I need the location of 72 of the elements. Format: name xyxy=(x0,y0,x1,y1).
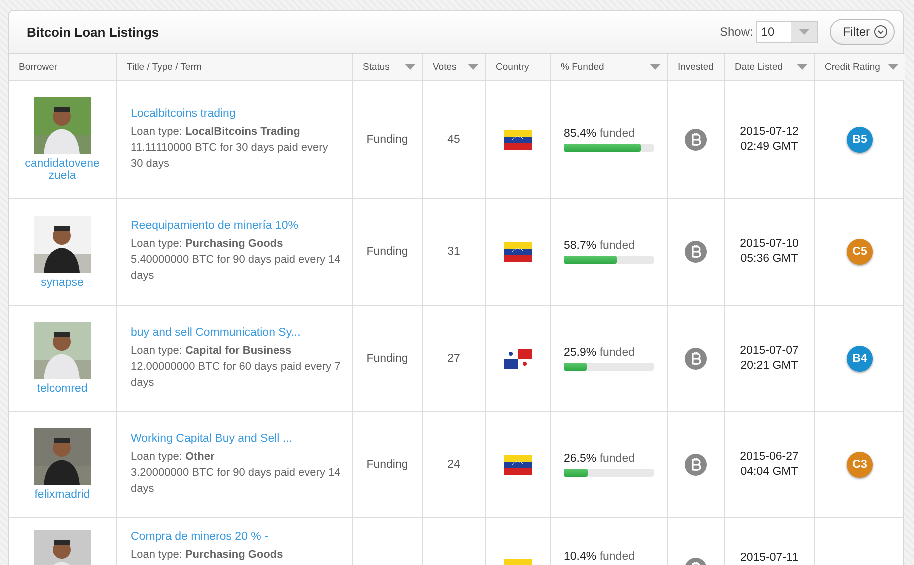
loan-title-link[interactable]: Compra de mineros 20 % - xyxy=(131,531,268,543)
borrower-link[interactable]: candidatovene zuela xyxy=(22,158,102,182)
column-header[interactable]: Votes xyxy=(423,54,486,80)
column-header: Borrower xyxy=(9,54,117,80)
votes-count: 45 xyxy=(448,134,460,146)
funded-text: 85.4% funded xyxy=(564,128,635,140)
page-size-select[interactable]: 10 xyxy=(756,21,818,43)
sort-caret-icon[interactable] xyxy=(650,64,661,70)
sort-caret-icon[interactable] xyxy=(405,64,416,70)
loan-type: Loan type: Other xyxy=(131,450,215,464)
status-text: Funding xyxy=(366,352,408,364)
credit-rating-badge: B4 xyxy=(847,346,873,372)
votes-count: 24 xyxy=(448,458,460,470)
date-listed: 2015-07-10 xyxy=(740,237,799,252)
date-listed: 2015-07-12 xyxy=(740,124,799,140)
funded-text: 58.7% funded xyxy=(564,240,635,252)
time-listed: 02:49 GMT xyxy=(740,140,798,154)
loan-term: 3.20000000 BTC for 90 days paid every 14 days xyxy=(131,466,342,496)
votes-count: 27 xyxy=(448,352,460,364)
loan-title-link[interactable]: Working Capital Buy and Sell ... xyxy=(131,432,293,444)
show-label: Show: xyxy=(720,25,754,39)
bitcoin-icon xyxy=(685,128,707,150)
loan-term: 5.40000000 BTC for 90 days paid every 14 days xyxy=(131,253,342,284)
loan-type: Loan type: LocalBitcoins Trading xyxy=(131,124,300,140)
credit-rating-badge: C5 xyxy=(847,239,873,265)
time-listed: 20:21 GMT xyxy=(740,358,798,374)
time-listed: 05:36 GMT xyxy=(740,252,798,267)
loan-term: 12.00000000 BTC for 60 days paid every 7 days xyxy=(131,360,342,390)
status-text: Funding xyxy=(366,246,408,258)
column-header[interactable]: Date Listed xyxy=(725,54,815,80)
date-listed: 2015-06-27 xyxy=(740,450,799,464)
loan-type: Loan type: Purchasing Goods xyxy=(131,237,284,252)
borrower-link[interactable]: felixmadrid xyxy=(22,489,102,501)
flag-icon xyxy=(504,454,532,474)
column-header: Title / Type / Term xyxy=(117,54,353,80)
column-header: Invested xyxy=(668,54,725,80)
dropdown-caret-icon[interactable] xyxy=(798,29,810,35)
loan-type: Loan type: Capital for Business xyxy=(131,344,292,358)
column-header[interactable]: % Funded xyxy=(551,54,668,80)
flag-icon xyxy=(504,348,532,368)
panel-title: Bitcoin Loan Listings xyxy=(27,24,160,40)
loan-title-link[interactable]: buy and sell Communication Sy... xyxy=(131,326,301,338)
sort-caret-icon[interactable] xyxy=(468,64,479,70)
column-header[interactable]: Credit Rating xyxy=(815,54,905,80)
bitcoin-icon xyxy=(685,348,707,370)
funded-text: 10.4% funded xyxy=(564,551,635,563)
column-header: Country xyxy=(486,54,551,80)
sort-caret-icon[interactable] xyxy=(888,64,899,70)
borrower-link[interactable]: telcomred xyxy=(22,383,102,395)
loan-title-link[interactable]: Localbitcoins trading xyxy=(131,108,236,120)
chevron-down-icon[interactable] xyxy=(874,25,888,39)
filter-button[interactable]: Filter xyxy=(830,19,895,45)
funded-text: 25.9% funded xyxy=(564,346,635,358)
flag-icon xyxy=(504,130,532,150)
loan-term: 11.11110000 BTC for 30 days paid every 30 days xyxy=(131,140,330,172)
credit-rating-badge: B5 xyxy=(847,126,873,152)
date-listed: 2015-07-07 xyxy=(740,344,799,358)
status-text: Funding xyxy=(366,458,408,470)
time-listed: 04:04 GMT xyxy=(740,464,798,480)
loan-type: Loan type: Purchasing Goods xyxy=(131,548,284,563)
status-text: Funding xyxy=(366,134,408,146)
votes-count: 31 xyxy=(448,246,460,258)
column-header[interactable]: Status xyxy=(353,54,423,80)
bitcoin-icon xyxy=(685,241,707,263)
loan-title-link[interactable]: Reequipamiento de minería 10% xyxy=(131,220,298,232)
bitcoin-icon xyxy=(685,454,707,476)
sort-caret-icon[interactable] xyxy=(797,64,808,70)
funded-text: 26.5% funded xyxy=(564,452,635,464)
date-listed: 2015-07-11 xyxy=(740,551,798,565)
credit-rating-badge: C3 xyxy=(847,452,873,478)
flag-icon xyxy=(504,242,532,262)
borrower-link[interactable]: synapse xyxy=(22,276,102,288)
